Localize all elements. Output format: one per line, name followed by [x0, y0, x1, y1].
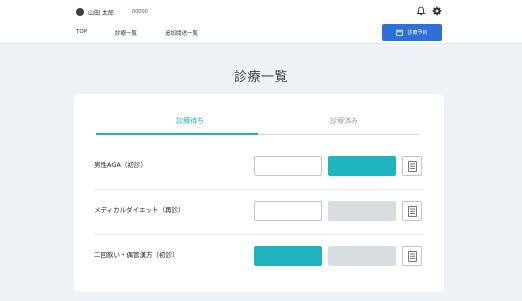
list-item: 男性AGA（初診）: [94, 150, 424, 190]
row-divider: [94, 189, 424, 190]
main-nav: TOP 診療一覧 追加闘述一覧: [76, 29, 198, 37]
consultation-title: 男性AGA（初診）: [94, 161, 147, 169]
fill-questionnaire-button[interactable]: [254, 246, 322, 266]
list-item: メディカルダイエット（再診）: [94, 195, 424, 235]
nav-consultation-list[interactable]: 診療一覧: [115, 29, 137, 37]
reserve-button[interactable]: 診療予約: [382, 24, 442, 41]
user-name: 山田 太郎: [88, 9, 114, 17]
reserve-button-label: 診療予約: [407, 30, 428, 36]
questionnaire-button[interactable]: [254, 156, 322, 176]
tab-divider: [258, 134, 420, 135]
member-number: 00000: [131, 9, 148, 15]
consultation-title: メディカルダイエット（再診）: [94, 206, 185, 214]
consult-button[interactable]: [328, 156, 396, 176]
page-title: 診療一覧: [233, 70, 288, 85]
gear-icon[interactable]: [432, 6, 442, 16]
nav-top[interactable]: TOP: [76, 29, 87, 37]
row-divider: [94, 234, 424, 235]
document-icon: [407, 160, 417, 172]
consult-button-disabled: [328, 201, 396, 221]
document-icon: [407, 250, 417, 262]
document-icon: [407, 205, 417, 217]
list-item: 二回飲い・偶管漢方（初診）: [94, 240, 424, 280]
consultation-card: 診療待ち 診療済み 男性AGA（初診） メディカルダイエット（再診） 二回飲い・…: [74, 94, 444, 292]
questionnaire-button[interactable]: [254, 201, 322, 221]
avatar-icon: [76, 8, 84, 16]
calendar-icon: [396, 29, 404, 36]
active-tab-indicator: [96, 133, 258, 135]
document-button[interactable]: [402, 246, 422, 266]
document-button[interactable]: [402, 201, 422, 221]
consultation-title: 二回飲い・偶管漢方（初診）: [94, 251, 179, 259]
tab-waiting[interactable]: 診療待ち: [176, 116, 204, 126]
nav-additional-list[interactable]: 追加闘述一覧: [165, 29, 198, 37]
consult-button-disabled: [328, 246, 396, 266]
user-info: 山田 太郎 00000: [76, 6, 148, 18]
document-button[interactable]: [402, 156, 422, 176]
bell-icon[interactable]: [416, 6, 426, 16]
app-header: 山田 太郎 00000 TOP 診療一覧 追加闘述一覧 診療予約: [0, 0, 522, 44]
tab-completed[interactable]: 診療済み: [330, 116, 358, 126]
status-tabs: 診療待ち 診療済み: [96, 104, 420, 136]
